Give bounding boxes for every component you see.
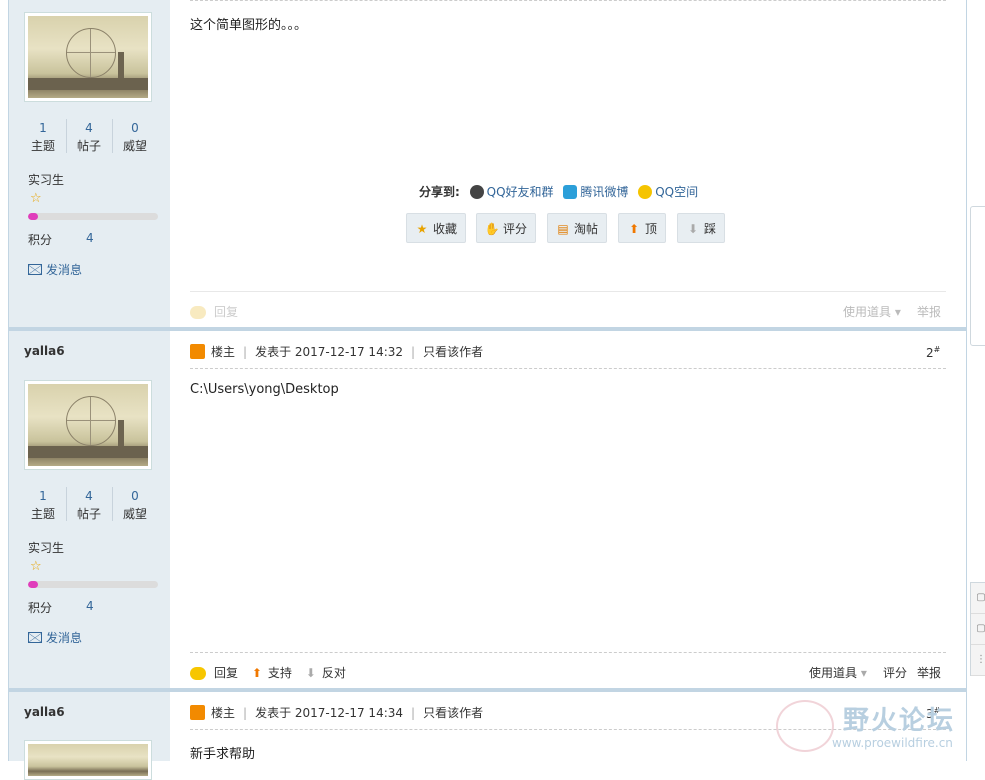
avatar[interactable] (24, 12, 152, 102)
side-toolbar: ▢ ▢ ⋮ (970, 582, 985, 676)
author-stats: 1 主题 4 帖子 0 威望 (20, 119, 160, 155)
floor-number[interactable]: 2# (926, 345, 940, 360)
only-author-link[interactable]: 只看该作者 (423, 706, 483, 720)
arrow-down-icon: ⬇ (305, 666, 316, 680)
mail-icon (28, 264, 42, 275)
collect-thread-button[interactable]: ▤ 淘帖 (547, 213, 607, 243)
side-panel-tab[interactable] (970, 206, 985, 346)
favorite-button[interactable]: ★ 收藏 (406, 213, 466, 243)
stat-threads[interactable]: 1 主题 (20, 119, 66, 155)
stat-threads[interactable]: 1 主题 (20, 487, 66, 523)
arrow-down-icon: ⬇ (687, 222, 699, 236)
content-column (170, 0, 967, 761)
reply-icon (190, 306, 206, 319)
arrow-up-icon: ⬆ (628, 222, 640, 236)
share-bar: 分享到: QQ好友和群 腾讯微博 QQ空间 (419, 184, 699, 199)
post-content: C:\Users\yong\Desktop (190, 382, 339, 397)
avatar[interactable] (24, 740, 152, 780)
watermark-url: www.proewildfire.cn (832, 736, 953, 750)
thread-starter-icon (190, 344, 205, 359)
rate-button[interactable]: ✋ 评分 (476, 213, 536, 243)
star-icon: ☆ (30, 191, 42, 206)
thread-page: 1 主题 4 帖子 0 威望 实习生 ☆ 积分 4 发消息 这个简单图形的。。。… (0, 0, 985, 780)
post-footer-left: 回复 ⬆ 支持 ⬇ 反对 (190, 664, 356, 681)
thread-starter-icon (190, 705, 205, 720)
wildfire-logo-icon (776, 700, 834, 752)
qzone-icon (638, 184, 653, 199)
reply-icon (190, 667, 206, 680)
side-tool-button[interactable]: ▢ (971, 583, 985, 614)
score-label: 积分 (28, 233, 53, 247)
thread-starter-badge: 楼主 (211, 706, 236, 720)
stat-prestige[interactable]: 0 威望 (112, 487, 158, 523)
upvote-button[interactable]: ⬆ 顶 (618, 213, 666, 243)
oppose-button[interactable]: ⬇ 反对 (306, 664, 346, 681)
mail-icon (28, 632, 42, 643)
post-time: 发表于 2017-12-17 14:32 (255, 345, 404, 359)
share-qzone-link[interactable]: QQ空间 (638, 184, 698, 199)
thread-starter-badge: 楼主 (211, 345, 236, 359)
post-time: 发表于 2017-12-17 14:34 (255, 706, 404, 720)
side-tool-button[interactable]: ⋮ (971, 645, 985, 676)
send-message-link[interactable]: 发消息 (28, 629, 82, 646)
use-tools-menu[interactable]: 使用道具 ▾ (843, 303, 901, 320)
report-link[interactable]: 举报 (917, 664, 941, 681)
author-stats: 1 主题 4 帖子 0 威望 (20, 487, 160, 523)
author-name-link[interactable]: yalla6 (24, 705, 65, 719)
stat-prestige[interactable]: 0 威望 (112, 119, 158, 155)
author-name-link[interactable]: yalla6 (24, 344, 65, 358)
user-rank: 实习生 (28, 541, 65, 555)
side-tool-button[interactable]: ▢ (971, 614, 985, 645)
arrow-up-icon: ⬆ (251, 666, 262, 680)
use-tools-menu[interactable]: 使用道具 ▾ (809, 664, 867, 681)
downvote-button[interactable]: ⬇ 踩 (677, 213, 725, 243)
avatar[interactable] (24, 380, 152, 470)
share-weibo-link[interactable]: 腾讯微博 (563, 184, 628, 199)
stat-posts[interactable]: 4 帖子 (66, 487, 112, 523)
score-value: 4 (86, 231, 94, 245)
reply-button[interactable]: 回复 (190, 303, 238, 320)
stat-posts[interactable]: 4 帖子 (66, 119, 112, 155)
tray-icon: ▤ (557, 222, 569, 236)
watermark-text: 野火论坛 (843, 706, 956, 736)
tencent-weibo-icon (563, 184, 578, 199)
post-footer-left: 回复 (190, 303, 248, 320)
star-icon: ★ (416, 222, 428, 236)
thumb-icon: ✋ (484, 222, 500, 236)
support-button[interactable]: ⬆ 支持 (252, 664, 292, 681)
post-meta: 楼主 | 发表于 2017-12-17 14:32 | 只看该作者 (190, 343, 483, 361)
send-message-link[interactable]: 发消息 (28, 261, 82, 278)
only-author-link[interactable]: 只看该作者 (423, 345, 483, 359)
user-rank: 实习生 (28, 173, 65, 187)
rate-link[interactable]: 评分 (883, 664, 907, 681)
score-value: 4 (86, 599, 94, 613)
score-label: 积分 (28, 601, 53, 615)
post-content: 新手求帮助 (190, 747, 256, 762)
post-content: 这个简单图形的。。。 (190, 18, 308, 33)
star-icon: ☆ (30, 559, 42, 574)
level-progress (28, 213, 158, 220)
share-qq-link[interactable]: QQ好友和群 (469, 184, 554, 199)
report-link[interactable]: 举报 (917, 303, 941, 320)
qq-icon (469, 184, 484, 199)
level-progress (28, 581, 158, 588)
reply-button[interactable]: 回复 (190, 664, 238, 681)
post-meta: 楼主 | 发表于 2017-12-17 14:34 | 只看该作者 (190, 704, 483, 722)
